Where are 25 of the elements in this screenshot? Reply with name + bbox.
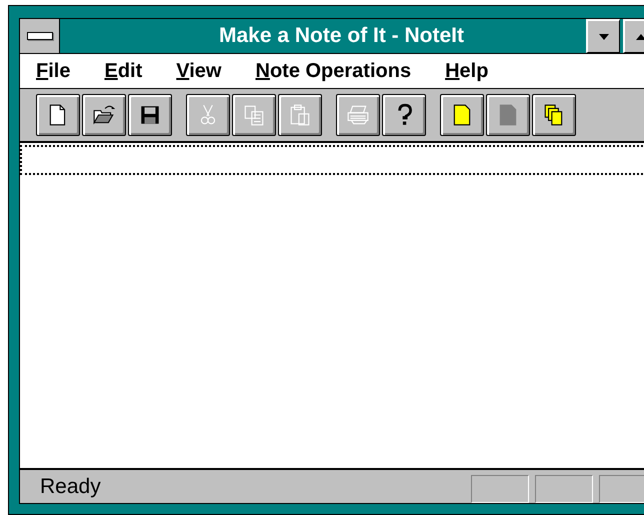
window-title: Make a Note of It - NoteIt bbox=[218, 24, 464, 48]
down-triangle-icon bbox=[598, 32, 610, 40]
focus-row[interactable] bbox=[20, 145, 644, 175]
menu-item[interactable]: View bbox=[174, 60, 236, 82]
status-pane bbox=[471, 474, 529, 502]
menu-item[interactable]: Edit bbox=[102, 60, 156, 82]
paste-icon bbox=[288, 103, 312, 127]
open-icon bbox=[92, 103, 116, 127]
save-button[interactable] bbox=[128, 94, 172, 136]
minimize-button[interactable] bbox=[586, 19, 620, 53]
up-triangle-icon bbox=[634, 32, 644, 40]
status-pane bbox=[599, 474, 644, 502]
menu-item[interactable]: Note Operations bbox=[253, 60, 426, 82]
stack-button[interactable] bbox=[532, 94, 576, 136]
status-pane bbox=[535, 474, 593, 502]
menu-item[interactable]: File bbox=[34, 60, 84, 82]
menu-item[interactable]: Help bbox=[443, 60, 502, 82]
open-button[interactable] bbox=[82, 94, 126, 136]
new-button[interactable] bbox=[36, 94, 80, 136]
print-icon bbox=[346, 103, 370, 127]
status-text: Ready bbox=[39, 474, 102, 498]
copy-icon bbox=[242, 103, 266, 127]
system-menu-button[interactable] bbox=[20, 19, 60, 53]
help-button[interactable] bbox=[382, 94, 426, 136]
note-button[interactable] bbox=[440, 94, 484, 136]
